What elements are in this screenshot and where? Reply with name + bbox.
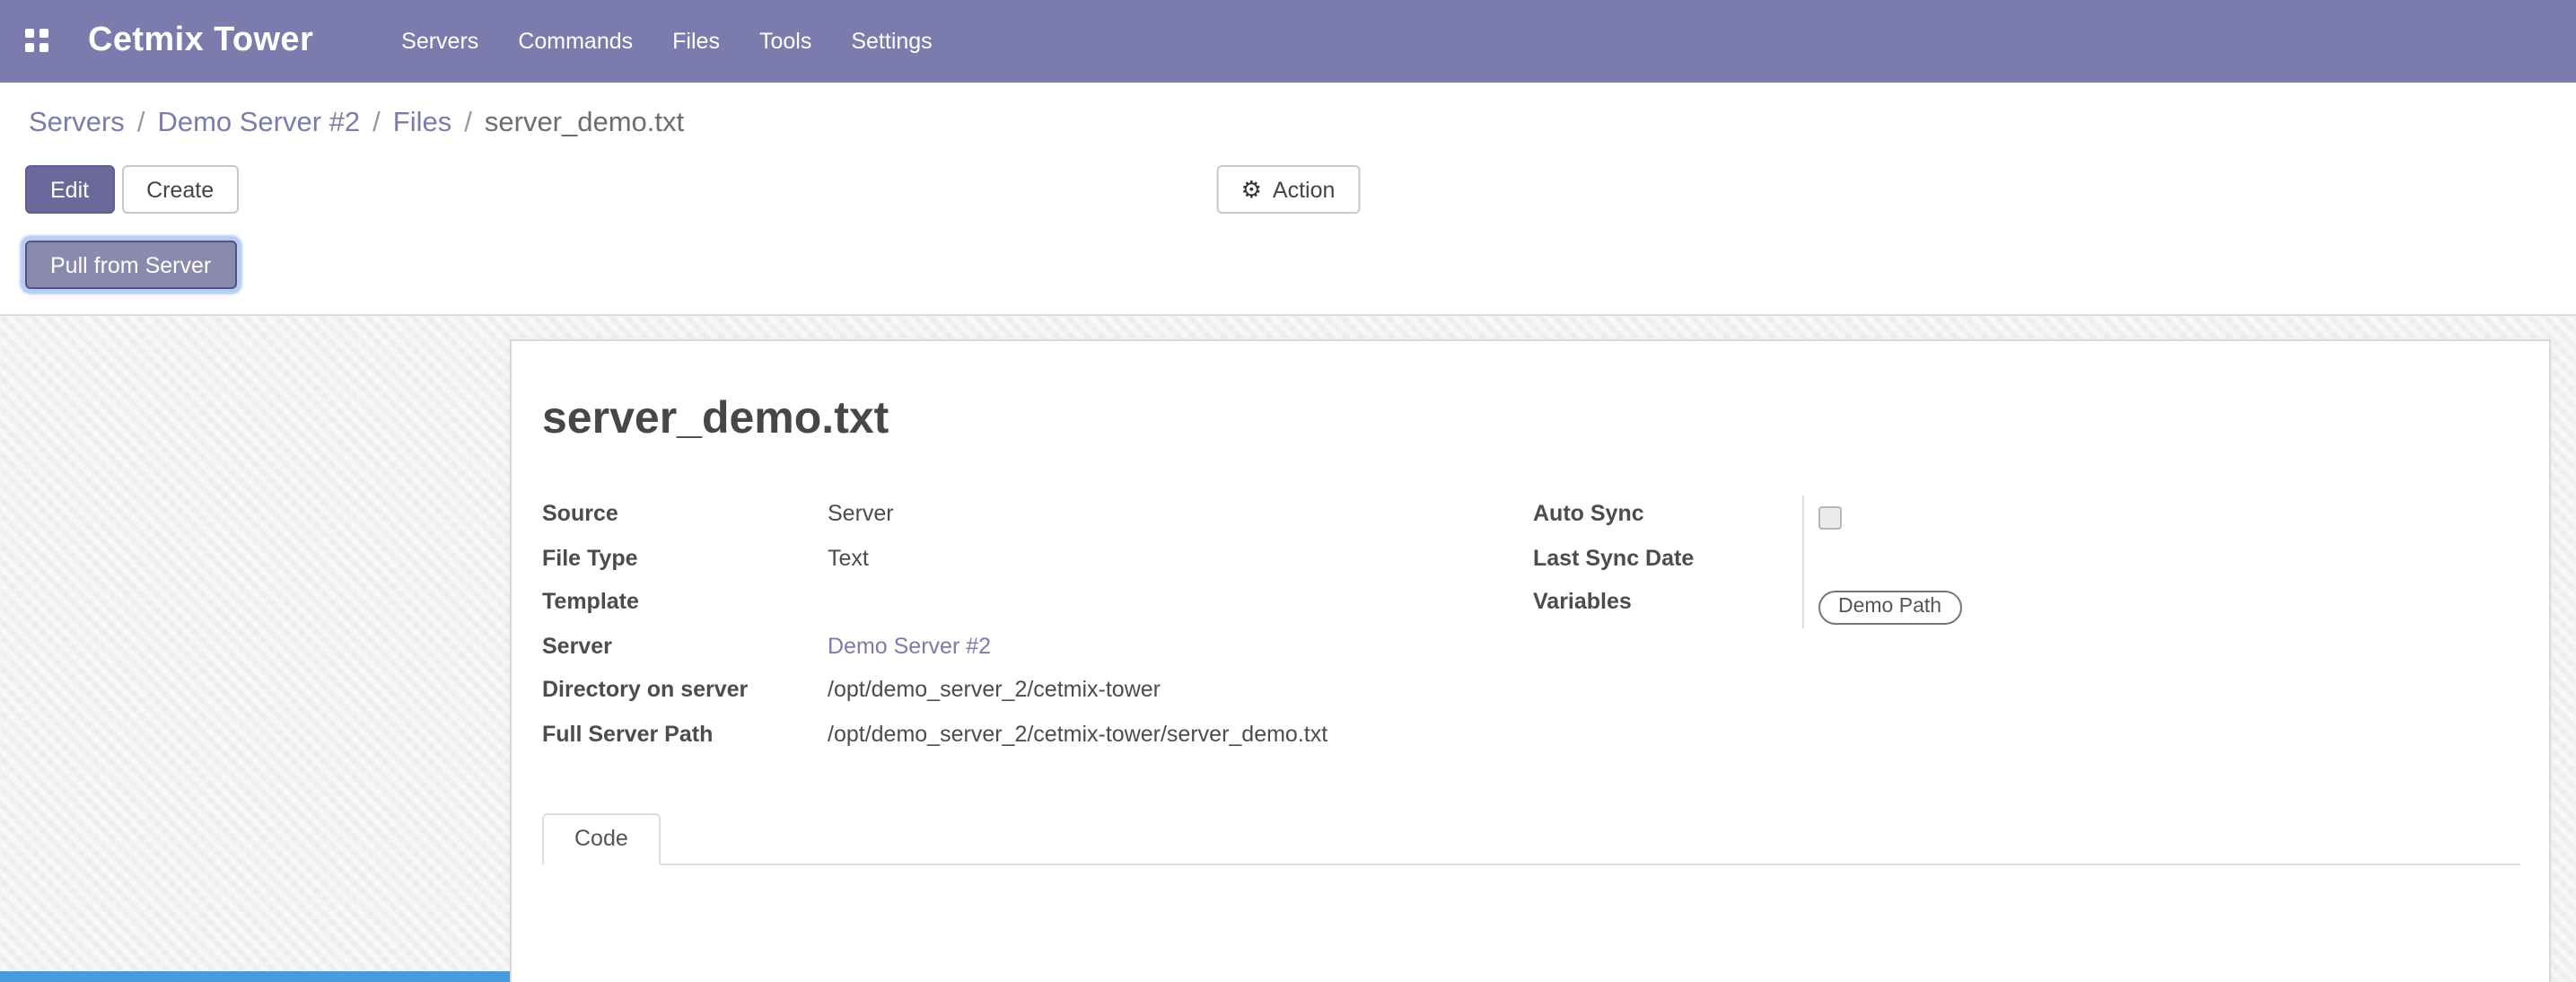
action-button-label: Action (1273, 177, 1336, 202)
breadcrumb-link-files[interactable]: Files (393, 108, 451, 138)
field-label: File Type (542, 539, 828, 583)
field-value: /opt/demo_server_2/cetmix-tower (828, 671, 1533, 715)
breadcrumb-separator: / (372, 108, 381, 138)
form-sheet: server_demo.txt Source Server File Type … (510, 339, 2551, 982)
auto-sync-checkbox[interactable] (1818, 506, 1842, 530)
record-title: server_demo.txt (542, 390, 2520, 447)
field-row-server: Server Demo Server #2 (542, 627, 1533, 671)
form-view-background: server_demo.txt Source Server File Type … (0, 316, 2576, 982)
breadcrumb-current: server_demo.txt (485, 108, 684, 138)
create-button[interactable]: Create (121, 165, 239, 214)
breadcrumb-link-demo-server[interactable]: Demo Server #2 (157, 108, 360, 138)
field-label: Server (542, 627, 828, 671)
field-groups: Source Server File Type Text Template Se… (542, 495, 2520, 759)
breadcrumb-link-servers[interactable]: Servers (29, 108, 125, 138)
menu-item-servers[interactable]: Servers (381, 0, 498, 83)
field-label: Source (542, 495, 828, 539)
action-button[interactable]: ⚙ Action (1216, 165, 1361, 214)
menu-item-tools[interactable]: Tools (740, 0, 831, 83)
field-value (1802, 539, 2520, 583)
field-row-full-path: Full Server Path /opt/demo_server_2/cetm… (542, 715, 1533, 759)
bottom-blue-strip (0, 971, 510, 982)
control-panel: Servers / Demo Server #2 / Files / server_demo… (0, 83, 2576, 316)
menu-item-settings[interactable]: Settings (831, 0, 951, 83)
field-value (1802, 495, 2520, 539)
edit-button[interactable]: Edit (25, 165, 114, 214)
field-row-source: Source Server (542, 495, 1533, 539)
field-label: Auto Sync (1533, 495, 1802, 539)
app-window: Cetmix Tower Servers Commands Files Tool… (0, 0, 2576, 962)
field-row-template: Template (542, 583, 1533, 627)
field-row-last-sync-date: Last Sync Date (1533, 539, 2520, 583)
pull-from-server-button[interactable]: Pull from Server (25, 241, 236, 289)
field-value: Text (828, 539, 1533, 583)
field-row-directory: Directory on server /opt/demo_server_2/c… (542, 671, 1533, 715)
menu-item-commands[interactable]: Commands (498, 0, 653, 83)
tab-code[interactable]: Code (542, 813, 661, 865)
workflow-button-row: Pull from Server (25, 241, 2551, 289)
field-label: Variables (1533, 583, 1802, 627)
breadcrumb-separator: / (137, 108, 145, 138)
field-value: /opt/demo_server_2/cetmix-tower/server_d… (828, 715, 1533, 759)
field-label: Last Sync Date (1533, 539, 1802, 583)
main-menu: Servers Commands Files Tools Settings (381, 0, 952, 83)
variable-tag: Demo Path (1818, 591, 1961, 625)
breadcrumb: Servers / Demo Server #2 / Files / server_demo… (29, 104, 2551, 144)
field-value: Demo Path (1802, 583, 2520, 627)
button-row: Edit Create ⚙ Action (25, 165, 2551, 214)
field-row-file-type: File Type Text (542, 539, 1533, 583)
breadcrumb-separator: / (464, 108, 472, 138)
field-value: Server (828, 495, 1533, 539)
menu-item-files[interactable]: Files (653, 0, 740, 83)
server-link[interactable]: Demo Server #2 (828, 627, 1533, 671)
field-value (828, 583, 1533, 627)
field-row-auto-sync: Auto Sync (1533, 495, 2520, 539)
field-label: Directory on server (542, 671, 828, 715)
apps-grid-icon[interactable] (25, 28, 52, 55)
notebook-tabs: Code (542, 813, 2520, 865)
brand-title[interactable]: Cetmix Tower (88, 22, 313, 61)
field-label: Template (542, 583, 828, 627)
gear-icon: ⚙ (1241, 178, 1262, 201)
field-row-variables: Variables Demo Path (1533, 583, 2520, 627)
field-label: Full Server Path (542, 715, 828, 759)
top-navbar: Cetmix Tower Servers Commands Files Tool… (0, 0, 2576, 83)
field-group-left: Source Server File Type Text Template Se… (542, 495, 1533, 759)
field-group-right: Auto Sync Last Sync Date Variables Demo … (1533, 495, 2520, 759)
